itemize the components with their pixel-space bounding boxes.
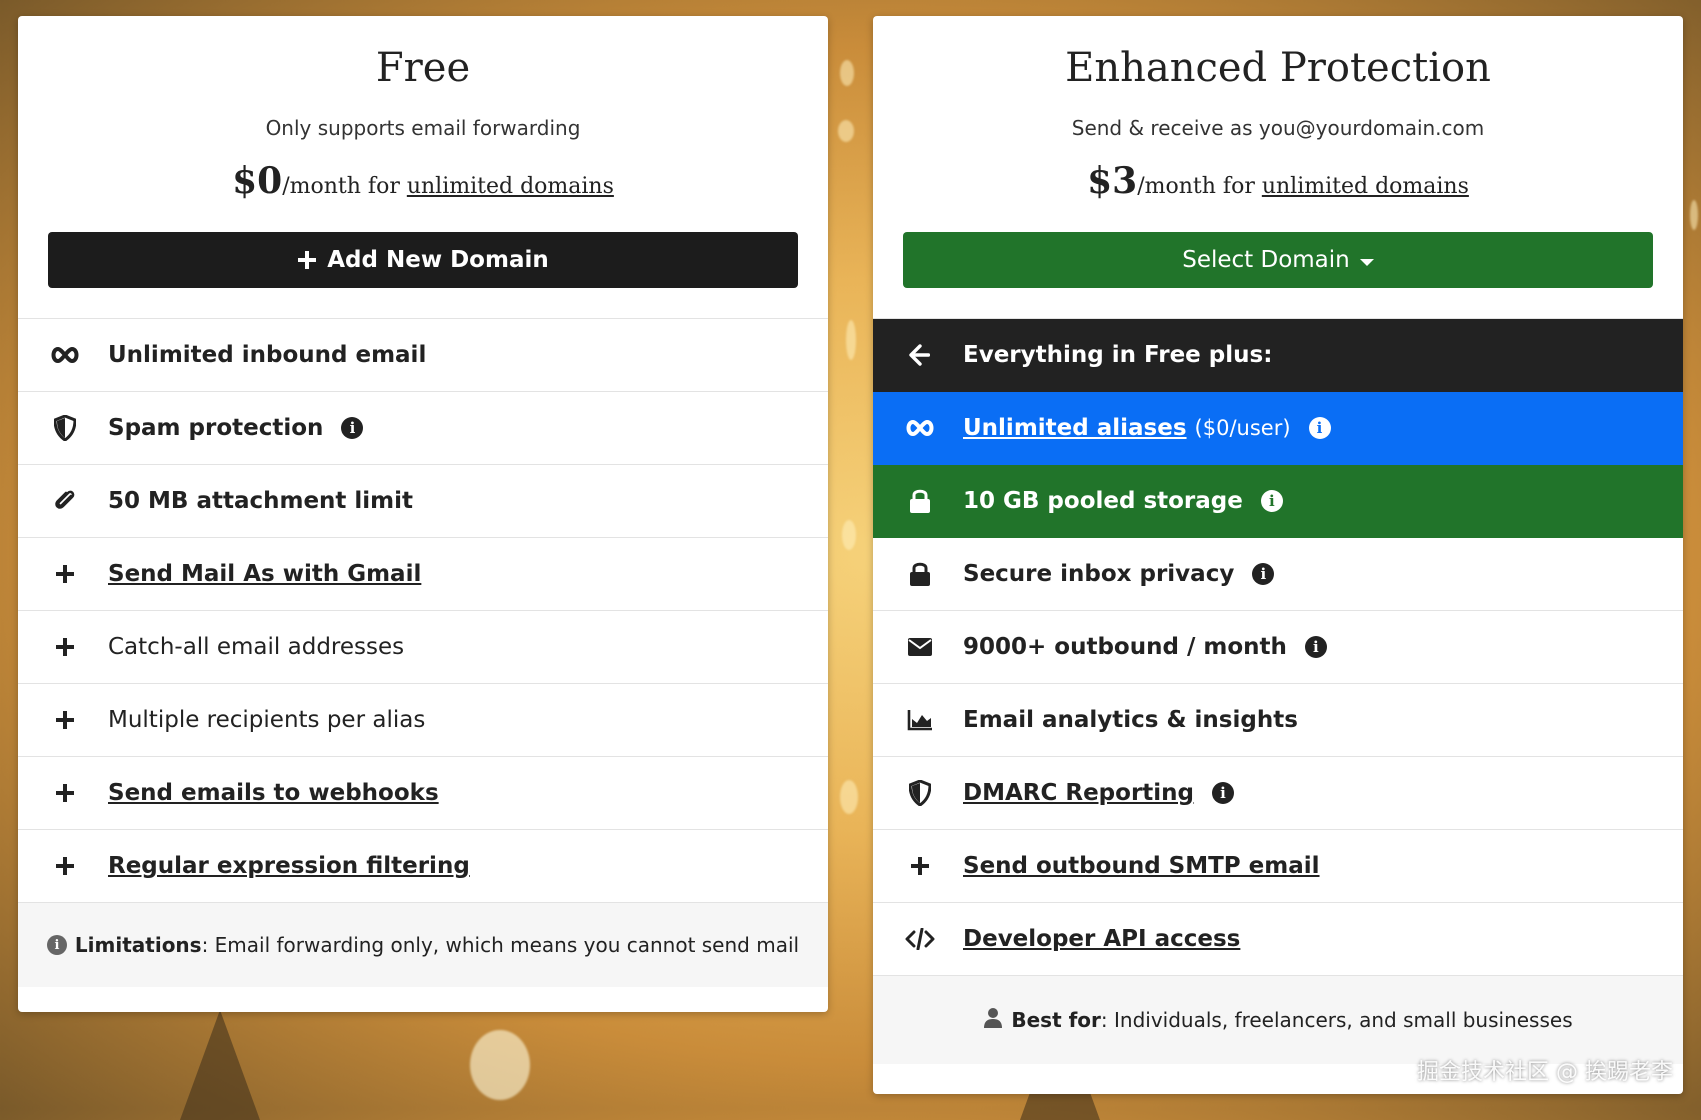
feature-send-mail-as-gmail[interactable]: Send Mail As with Gmail — [18, 538, 828, 611]
infinity-icon — [50, 347, 80, 363]
feature-unlimited-aliases: Unlimited aliases ($0/user) i — [873, 392, 1683, 465]
select-domain-button[interactable]: Select Domain — [903, 232, 1653, 288]
watermark: 掘金技术社区 @ 挨踢老李 — [1417, 1060, 1673, 1085]
feature-label: Unlimited inbound email — [108, 342, 427, 368]
plus-icon — [50, 564, 80, 584]
add-new-domain-button[interactable]: Add New Domain — [48, 232, 798, 288]
feature-label: 10 GB pooled storage — [963, 488, 1243, 514]
free-price-amount: $0 — [232, 160, 283, 202]
feature-developer-api[interactable]: Developer API access — [873, 903, 1683, 976]
free-limitations-note: i Limitations: Email forwarding only, wh… — [18, 903, 828, 987]
feature-spam-protection: Spam protection i — [18, 392, 828, 465]
feature-link[interactable]: DMARC Reporting — [963, 780, 1194, 806]
feature-label: 9000+ outbound / month — [963, 634, 1287, 660]
info-icon: i — [46, 935, 67, 955]
info-icon[interactable]: i — [1260, 490, 1283, 512]
everything-in-free-row[interactable]: Everything in Free plus: — [873, 319, 1683, 392]
arrow-left-icon — [905, 344, 935, 366]
feature-attachment-limit: 50 MB attachment limit — [18, 465, 828, 538]
area-chart-icon — [905, 709, 935, 731]
free-unlimited-domains-link[interactable]: unlimited domains — [407, 174, 614, 199]
add-new-domain-label: Add New Domain — [327, 247, 549, 273]
enhanced-price-period: /month for — [1137, 174, 1262, 199]
lock-icon — [905, 488, 935, 514]
code-icon — [905, 928, 935, 950]
feature-link[interactable]: Send Mail As with Gmail — [108, 561, 421, 587]
feature-webhooks[interactable]: Send emails to webhooks — [18, 757, 828, 830]
infinity-icon — [905, 420, 935, 436]
info-icon[interactable]: i — [1212, 782, 1235, 804]
free-price-period: /month for — [282, 174, 407, 199]
free-plan-subtitle: Only supports email forwarding — [265, 116, 581, 140]
feature-pooled-storage: 10 GB pooled storage i — [873, 465, 1683, 538]
select-domain-label: Select Domain — [1182, 247, 1350, 273]
info-icon[interactable]: i — [1304, 636, 1327, 658]
lock-icon — [905, 561, 935, 587]
feature-link[interactable]: Regular expression filtering — [108, 853, 470, 879]
plus-icon — [298, 251, 317, 269]
feature-outbound-smtp[interactable]: Send outbound SMTP email — [873, 830, 1683, 903]
feature-unlimited-inbound: Unlimited inbound email — [18, 319, 828, 392]
plus-icon — [905, 856, 935, 876]
feature-link[interactable]: Developer API access — [963, 926, 1240, 952]
feature-label: 50 MB attachment limit — [108, 488, 414, 514]
info-icon[interactable]: i — [341, 417, 364, 439]
enhanced-feature-list: Everything in Free plus: Unlimited alias… — [873, 318, 1683, 976]
feature-dmarc-reporting[interactable]: DMARC Reporting i — [873, 757, 1683, 830]
feature-link[interactable]: Send outbound SMTP email — [963, 853, 1320, 879]
limitations-text: : Email forwarding only, which means you… — [201, 933, 800, 957]
free-plan-title: Free — [375, 45, 471, 91]
enhanced-unlimited-domains-link[interactable]: unlimited domains — [1262, 174, 1469, 199]
plus-icon — [50, 710, 80, 730]
feature-label: Spam protection — [108, 415, 324, 441]
enhanced-plan-subtitle: Send & receive as you@yourdomain.com — [1071, 116, 1485, 140]
enhanced-plan-header: Enhanced Protection Send & receive as yo… — [873, 16, 1683, 202]
info-icon[interactable]: i — [1308, 417, 1331, 439]
shield-icon — [905, 780, 935, 806]
feature-label: Email analytics & insights — [963, 707, 1298, 733]
enhanced-plan-title: Enhanced Protection — [1065, 45, 1491, 91]
enhanced-price-amount: $3 — [1087, 160, 1138, 202]
feature-catch-all: Catch-all email addresses — [18, 611, 828, 684]
best-for-label: Best for — [1011, 1008, 1101, 1032]
feature-outbound-limit: 9000+ outbound / month i — [873, 611, 1683, 684]
limitations-label: Limitations — [74, 933, 202, 957]
free-plan-header: Free Only supports email forwarding $0/m… — [18, 16, 828, 202]
caret-down-icon — [1359, 258, 1374, 266]
shield-icon — [50, 415, 80, 441]
enhanced-best-for-note: Best for: Individuals, freelancers, and … — [873, 976, 1683, 1064]
plus-icon — [50, 856, 80, 876]
plus-icon — [50, 783, 80, 803]
user-icon — [983, 1007, 1003, 1034]
feature-label: Catch-all email addresses — [108, 634, 405, 660]
best-for-text: : Individuals, freelancers, and small bu… — [1100, 1008, 1573, 1032]
envelope-icon — [905, 637, 935, 657]
feature-label: Multiple recipients per alias — [108, 707, 426, 733]
free-plan-price: $0/month for unlimited domains — [18, 160, 828, 202]
paperclip-icon — [50, 488, 80, 514]
free-plan-card: Free Only supports email forwarding $0/m… — [18, 16, 828, 1012]
feature-label: Secure inbox privacy — [963, 561, 1235, 587]
plus-icon — [50, 637, 80, 657]
feature-secure-inbox: Secure inbox privacy i — [873, 538, 1683, 611]
everything-in-free-label: Everything in Free plus: — [963, 342, 1273, 368]
info-icon[interactable]: i — [1252, 563, 1275, 585]
enhanced-plan-price: $3/month for unlimited domains — [873, 160, 1683, 202]
feature-email-analytics: Email analytics & insights — [873, 684, 1683, 757]
feature-regex-filtering[interactable]: Regular expression filtering — [18, 830, 828, 903]
feature-multiple-recipients: Multiple recipients per alias — [18, 684, 828, 757]
enhanced-plan-card: Enhanced Protection Send & receive as yo… — [873, 16, 1683, 1094]
free-feature-list: Unlimited inbound email Spam protection … — [18, 318, 828, 903]
alias-price-note: ($0/user) — [1194, 416, 1291, 440]
feature-link[interactable]: Send emails to webhooks — [108, 780, 439, 806]
feature-link[interactable]: Unlimited aliases — [963, 415, 1187, 441]
